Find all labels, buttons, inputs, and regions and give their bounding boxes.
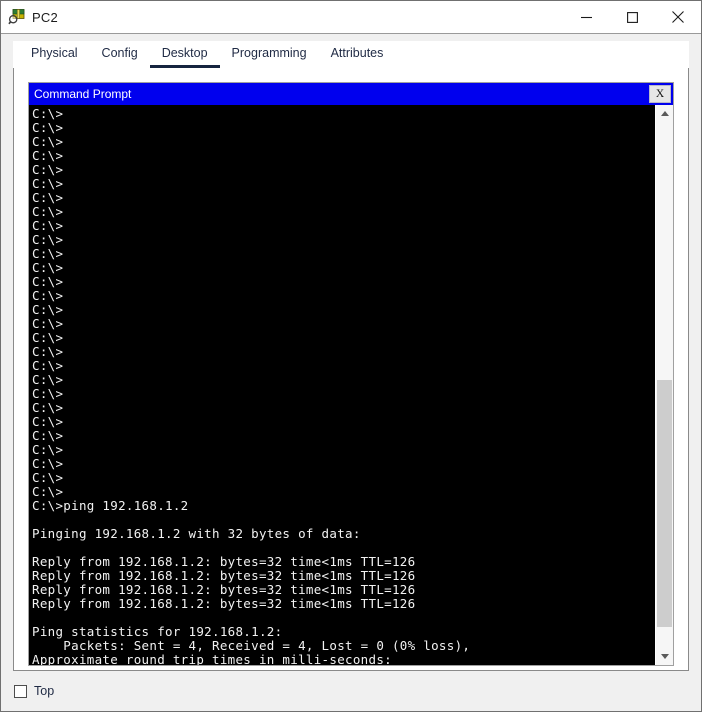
terminal-line: Pinging 192.168.1.2 with 32 bytes of dat… [32,527,655,541]
terminal-line: C:\> [32,457,655,471]
terminal-line: C:\> [32,135,655,149]
terminal-output[interactable]: C:\>C:\>C:\>C:\>C:\>C:\>C:\>C:\>C:\>C:\>… [29,105,655,665]
terminal-line: C:\> [32,163,655,177]
terminal-line: Packets: Sent = 4, Received = 4, Lost = … [32,639,655,653]
top-checkbox[interactable] [14,685,27,698]
terminal-line: Reply from 192.168.1.2: bytes=32 time<1m… [32,597,655,611]
terminal-line: C:\> [32,289,655,303]
terminal-line: C:\> [32,205,655,219]
scrollbar-track[interactable] [656,122,673,648]
terminal-line: C:\> [32,359,655,373]
terminal-line: C:\> [32,191,655,205]
tabstrip: Physical Config Desktop Programming Attr… [13,41,689,68]
tab-physical[interactable]: Physical [19,41,90,68]
terminal-line: C:\> [32,107,655,121]
window-title: PC2 [32,10,58,25]
terminal-line: C:\> [32,401,655,415]
command-prompt-body: C:\>C:\>C:\>C:\>C:\>C:\>C:\>C:\>C:\>C:\>… [29,105,673,665]
terminal-line: C:\> [32,331,655,345]
terminal-line: C:\> [32,149,655,163]
maximize-button[interactable] [609,2,655,33]
window-titlebar: PC2 [1,1,701,34]
terminal-line: C:\> [32,247,655,261]
chevron-down-icon [661,654,669,659]
tab-attributes[interactable]: Attributes [319,41,396,68]
terminal-line: C:\> [32,303,655,317]
command-prompt-titlebar: Command Prompt X [29,83,673,105]
terminal-line: C:\> [32,373,655,387]
terminal-line: Reply from 192.168.1.2: bytes=32 time<1m… [32,569,655,583]
pc2-window: PC2 Physical Config Desktop Programming … [0,0,702,712]
terminal-line [32,611,655,625]
terminal-line: Ping statistics for 192.168.1.2: [32,625,655,639]
scroll-up-button[interactable] [656,105,673,122]
close-button[interactable] [655,2,701,33]
terminal-line: C:\> [32,177,655,191]
terminal-line: C:\> [32,275,655,289]
terminal-line: C:\> [32,443,655,457]
terminal-line: Reply from 192.168.1.2: bytes=32 time<1m… [32,555,655,569]
terminal-line: C:\> [32,261,655,275]
terminal-line: Approximate round trip times in milli-se… [32,653,655,665]
minimize-button[interactable] [563,2,609,33]
tabstrip-container: Physical Config Desktop Programming Attr… [1,34,701,68]
terminal-line: C:\> [32,345,655,359]
terminal-line: C:\> [32,415,655,429]
scroll-down-button[interactable] [656,648,673,665]
terminal-line: C:\> [32,233,655,247]
terminal-line: C:\>ping 192.168.1.2 [32,499,655,513]
command-prompt-title: Command Prompt [34,88,131,100]
chevron-up-icon [661,111,669,116]
command-prompt-close-button[interactable]: X [649,85,671,103]
packet-tracer-device-icon [8,8,26,26]
terminal-line: C:\> [32,387,655,401]
tab-desktop[interactable]: Desktop [150,41,220,68]
terminal-line [32,513,655,527]
terminal-scrollbar[interactable] [655,105,673,665]
terminal-line [32,541,655,555]
terminal-line: C:\> [32,471,655,485]
tab-programming[interactable]: Programming [220,41,319,68]
top-checkbox-label: Top [34,684,54,698]
terminal-line: C:\> [32,219,655,233]
bottom-bar: Top [1,671,701,711]
terminal-line: Reply from 192.168.1.2: bytes=32 time<1m… [32,583,655,597]
terminal-line: C:\> [32,485,655,499]
terminal-line: C:\> [32,121,655,135]
desktop-content-panel: Command Prompt X C:\>C:\>C:\>C:\>C:\>C:\… [13,68,689,671]
window-controls [563,1,701,33]
scrollbar-thumb[interactable] [657,380,672,627]
command-prompt-window: Command Prompt X C:\>C:\>C:\>C:\>C:\>C:\… [28,82,674,666]
terminal-line: C:\> [32,429,655,443]
terminal-line: C:\> [32,317,655,331]
tab-config[interactable]: Config [90,41,150,68]
